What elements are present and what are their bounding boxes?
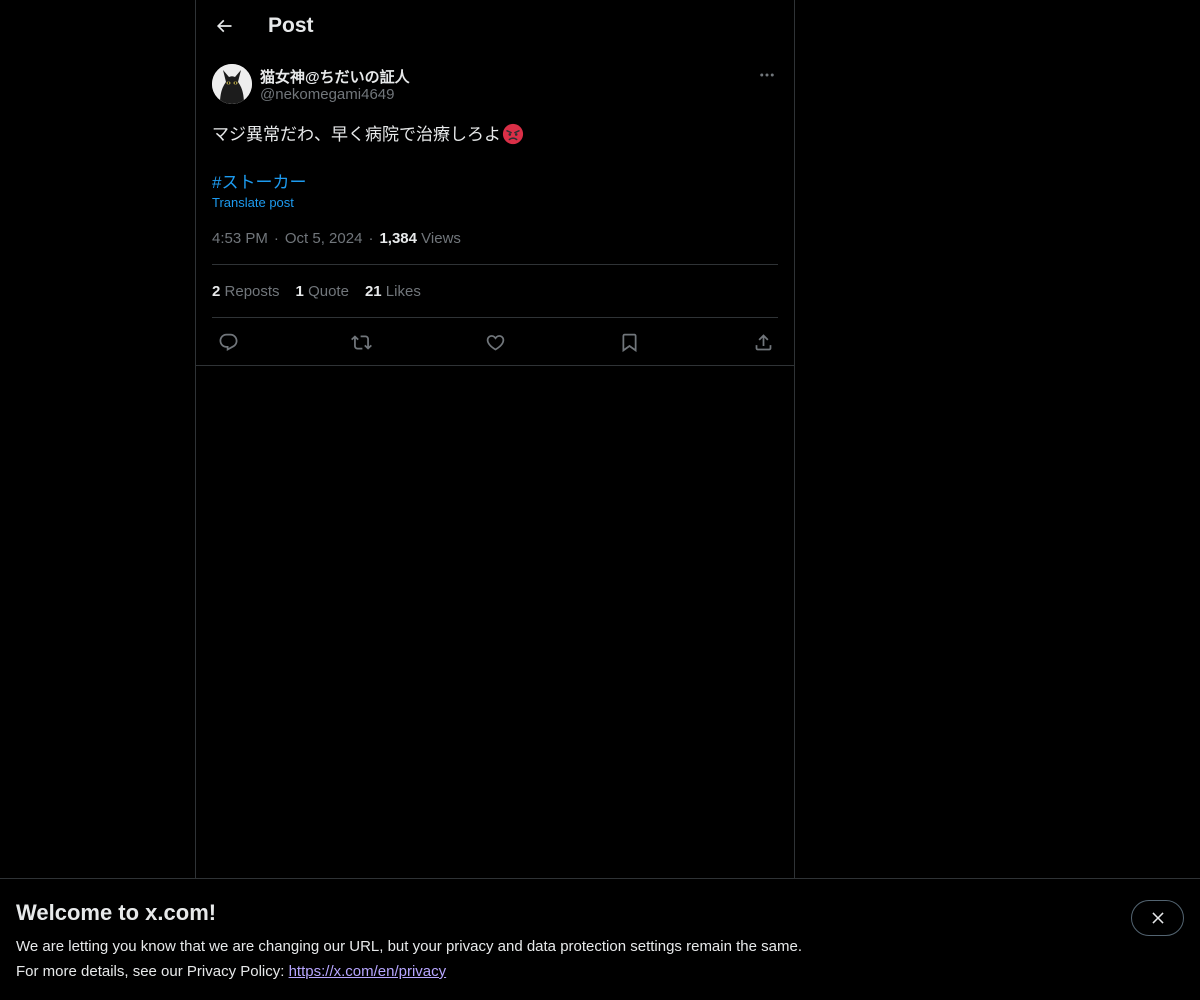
close-banner-button[interactable] bbox=[1131, 900, 1184, 936]
action-bar bbox=[212, 326, 778, 358]
post-date[interactable]: Oct 5, 2024 bbox=[285, 230, 363, 247]
welcome-banner: Welcome to x.com! We are letting you kno… bbox=[0, 878, 1200, 1000]
angry-face-emoji bbox=[502, 123, 524, 145]
divider bbox=[196, 365, 794, 366]
display-name[interactable]: 猫女神@ちだいの証人 bbox=[260, 66, 410, 87]
repost-icon bbox=[350, 334, 372, 350]
views-count: 1,384 bbox=[379, 230, 417, 247]
back-button[interactable] bbox=[206, 8, 242, 44]
banner-details: For more details, see our Privacy Policy… bbox=[16, 963, 446, 980]
post-metadata: 4:53 PM · Oct 5, 2024 · 1,384 Views bbox=[212, 230, 461, 247]
close-icon bbox=[1151, 912, 1164, 924]
post-time[interactable]: 4:53 PM bbox=[212, 230, 268, 247]
banner-message: We are letting you know that we are chan… bbox=[16, 938, 802, 955]
user-handle[interactable]: @nekomegami4649 bbox=[260, 86, 394, 103]
reply-icon bbox=[219, 333, 237, 351]
reply-button[interactable] bbox=[212, 326, 244, 358]
page-title: Post bbox=[268, 14, 314, 37]
separator-dot: · bbox=[273, 230, 279, 247]
avatar[interactable] bbox=[212, 64, 252, 104]
primary-column: Post 猫女神@ちだいの証人 @nekomegami4649 マジ異常だわ、早… bbox=[195, 0, 795, 878]
cat-avatar-image bbox=[212, 64, 252, 104]
separator-dot: · bbox=[368, 230, 374, 247]
post-body: マジ異常だわ、早く病院で治療しろよ bbox=[212, 125, 501, 144]
like-icon bbox=[486, 334, 504, 351]
views-label: Views bbox=[421, 230, 461, 247]
arrow-left-icon bbox=[216, 19, 232, 33]
reposts-stat[interactable]: 2 Reposts bbox=[212, 283, 280, 300]
like-button[interactable] bbox=[479, 326, 511, 358]
more-options-button[interactable] bbox=[750, 62, 784, 88]
page-header: Post bbox=[196, 0, 794, 54]
banner-title: Welcome to x.com! bbox=[16, 900, 217, 925]
engagement-stats: 2 Reposts 1 Quote 21 Likes bbox=[212, 283, 437, 300]
share-icon bbox=[755, 333, 771, 350]
likes-stat[interactable]: 21 Likes bbox=[365, 283, 421, 300]
post-text: マジ異常だわ、早く病院で治療しろよ bbox=[212, 120, 524, 145]
divider bbox=[212, 264, 778, 265]
privacy-policy-link[interactable]: https://x.com/en/privacy bbox=[289, 963, 447, 980]
hashtag-link[interactable]: #ストーカー bbox=[212, 168, 306, 193]
translate-post-link[interactable]: Translate post bbox=[212, 195, 294, 210]
share-button[interactable] bbox=[747, 326, 779, 358]
banner-details-text: For more details, see our Privacy Policy… bbox=[16, 963, 289, 980]
bookmark-button[interactable] bbox=[613, 326, 645, 358]
more-horizontal-icon bbox=[760, 73, 774, 77]
divider bbox=[212, 317, 778, 318]
bookmark-icon bbox=[622, 333, 636, 352]
quotes-stat[interactable]: 1 Quote bbox=[296, 283, 349, 300]
repost-button[interactable] bbox=[345, 326, 377, 358]
